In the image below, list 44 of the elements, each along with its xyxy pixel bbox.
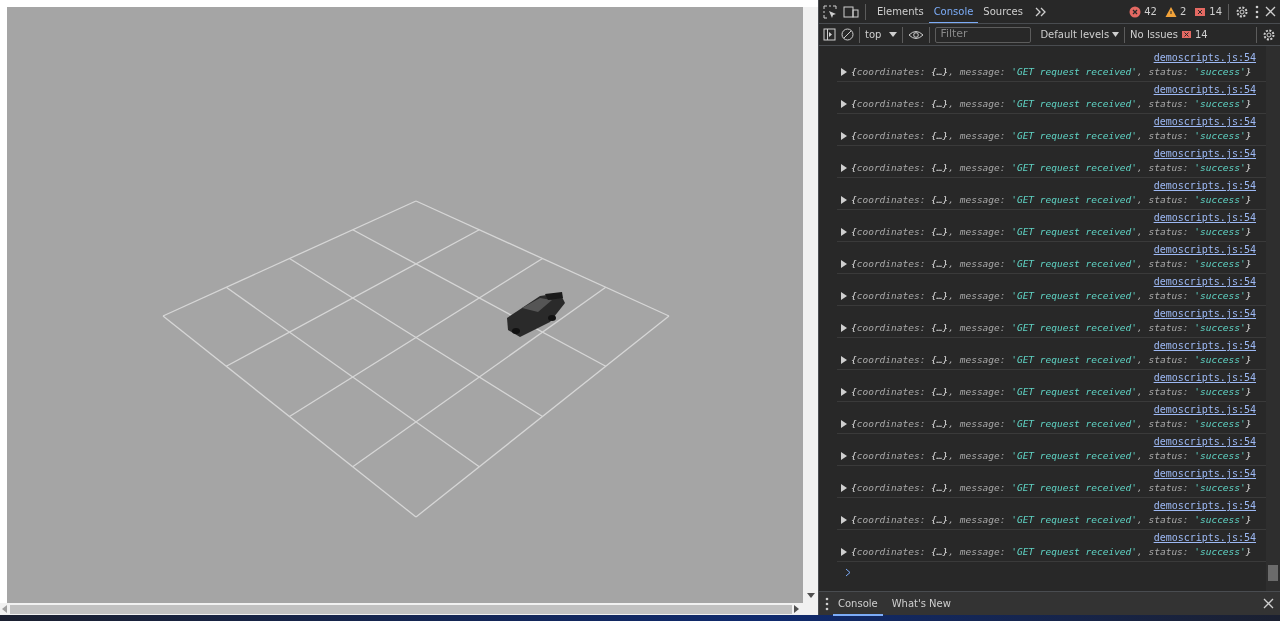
log-message[interactable]: {coordinates: {…}, message: 'GET request received', status: 'success'} — [841, 161, 1256, 175]
log-levels-dropdown[interactable]: Default levels — [1040, 27, 1120, 42]
panel-tab[interactable]: Console — [928, 0, 979, 23]
log-message[interactable]: {coordinates: {…}, message: 'GET request received', status: 'success'} — [841, 481, 1256, 495]
source-link[interactable]: demoscripts.js:54 — [841, 115, 1256, 129]
panel-tab[interactable]: Sources — [978, 0, 1028, 23]
log-message[interactable]: {coordinates: {…}, message: 'GET request received', status: 'success'} — [841, 321, 1256, 335]
log-message[interactable]: {coordinates: {…}, message: 'GET request received', status: 'success'} — [841, 289, 1256, 303]
source-link[interactable]: demoscripts.js:54 — [841, 307, 1256, 321]
issue-count: 14 — [1209, 5, 1222, 19]
log-message[interactable]: {coordinates: {…}, message: 'GET request received', status: 'success'} — [841, 385, 1256, 399]
log-message[interactable]: {coordinates: {…}, message: 'GET request received', status: 'success'} — [841, 257, 1256, 271]
log-message[interactable]: {coordinates: {…}, message: 'GET request received', status: 'success'} — [841, 417, 1256, 431]
source-link[interactable]: demoscripts.js:54 — [841, 147, 1256, 161]
drawer-tab[interactable]: What's New — [886, 591, 956, 616]
log-message[interactable]: {coordinates: {…}, message: 'GET request received', status: 'success'} — [841, 65, 1256, 79]
log-message[interactable]: {coordinates: {…}, message: 'GET request received', status: 'success'} — [841, 353, 1256, 367]
issues-label: No Issues — [1130, 28, 1178, 42]
source-link[interactable]: demoscripts.js:54 — [841, 211, 1256, 225]
filter-field[interactable]: Filter — [935, 26, 1032, 43]
source-link[interactable]: demoscripts.js:54 — [841, 435, 1256, 449]
log-message[interactable]: {coordinates: {…}, message: 'GET request received', status: 'success'} — [841, 545, 1256, 559]
context-dropdown[interactable]: top — [865, 27, 898, 42]
log-message[interactable]: {coordinates: {…}, message: 'GET request received', status: 'success'} — [841, 225, 1256, 239]
source-link[interactable]: demoscripts.js:54 — [841, 467, 1256, 481]
source-link[interactable]: demoscripts.js:54 — [841, 243, 1256, 257]
source-link[interactable]: demoscripts.js:54 — [841, 339, 1256, 353]
warning-count: 2 — [1179, 5, 1187, 19]
log-message[interactable]: {coordinates: {…}, message: 'GET request received', status: 'success'} — [841, 449, 1256, 463]
panel-tab[interactable]: Elements — [872, 0, 929, 23]
source-link[interactable]: demoscripts.js:54 — [841, 51, 1256, 65]
log-message[interactable]: {coordinates: {…}, message: 'GET request received', status: 'success'} — [841, 97, 1256, 111]
log-message[interactable]: {coordinates: {…}, message: 'GET request received', status: 'success'} — [841, 129, 1256, 143]
error-count: 42 — [1144, 5, 1157, 19]
log-message[interactable]: {coordinates: {…}, message: 'GET request received', status: 'success'} — [841, 513, 1256, 527]
issues-count: 14 — [1194, 28, 1208, 42]
source-link[interactable]: demoscripts.js:54 — [841, 403, 1256, 417]
source-link[interactable]: demoscripts.js:54 — [841, 371, 1256, 385]
source-link[interactable]: demoscripts.js:54 — [841, 83, 1256, 97]
source-link[interactable]: demoscripts.js:54 — [841, 179, 1256, 193]
source-link[interactable]: demoscripts.js:54 — [841, 275, 1256, 289]
log-message[interactable]: {coordinates: {…}, message: 'GET request received', status: 'success'} — [841, 193, 1256, 207]
source-link[interactable]: demoscripts.js:54 — [841, 499, 1256, 513]
source-link[interactable]: demoscripts.js:54 — [841, 531, 1256, 545]
